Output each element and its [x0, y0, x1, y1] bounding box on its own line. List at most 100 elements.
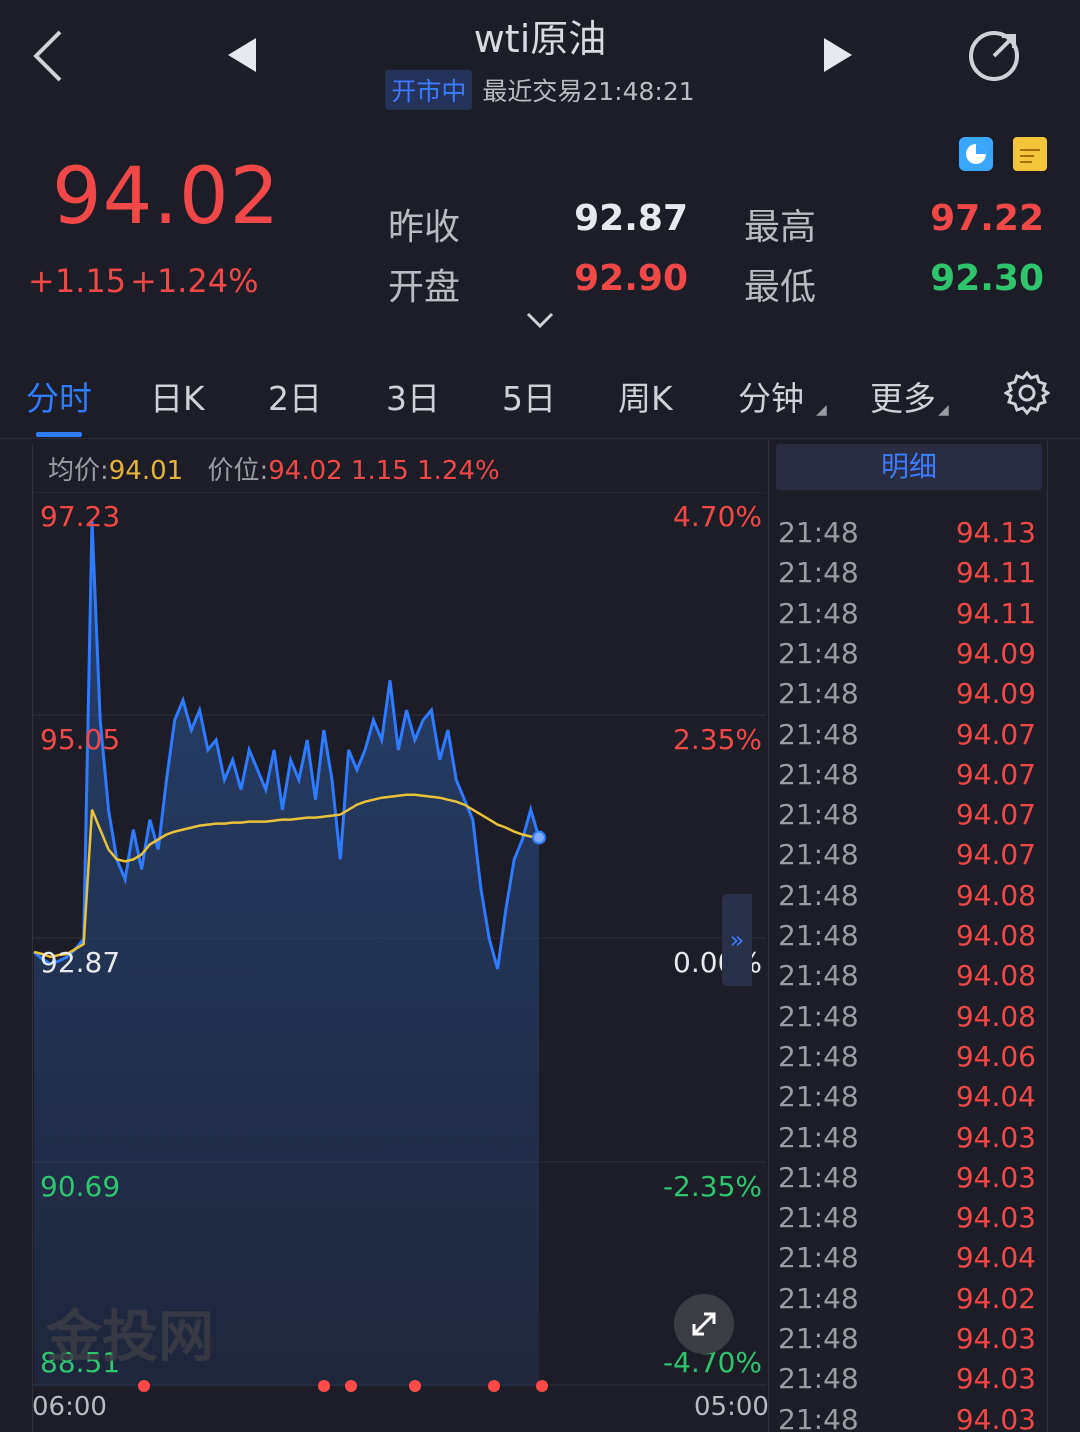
chevron-down-icon[interactable] [526, 312, 554, 330]
open-label: 开盘 [388, 267, 461, 308]
y-tick-right: 4.70% [673, 500, 762, 533]
refresh-icon[interactable] [964, 28, 1024, 84]
detail-time: 21:48 [778, 1362, 859, 1396]
tab-weekly-k[interactable]: 周K [618, 372, 673, 420]
detail-time: 21:48 [778, 636, 859, 670]
avg-value: 94.01 [108, 456, 184, 486]
detail-time: 21:48 [778, 919, 859, 952]
status-badge: 开市中 [385, 70, 473, 110]
settings-gear-icon[interactable] [1004, 370, 1050, 416]
detail-price: 94.04 [955, 1241, 1036, 1275]
detail-time: 21:48 [778, 838, 859, 872]
detail-price: 94.08 [955, 919, 1036, 952]
detail-row: 21:48 94.04 [778, 1080, 1036, 1120]
detail-time: 21:48 [778, 1241, 859, 1275]
tab-2day[interactable]: 2日 [268, 372, 322, 420]
low-value: 92.30 [930, 258, 1044, 299]
detail-time: 21:48 [778, 1281, 859, 1315]
detail-price: 94.07 [955, 798, 1036, 832]
double-chevron-right-icon: » [729, 926, 745, 954]
detail-row: 21:48 94.09 [778, 637, 1036, 677]
detail-price: 94.07 [955, 717, 1036, 751]
last-trade-time: 最近交易21:48:21 [482, 77, 695, 106]
intraday-chart[interactable] [32, 492, 766, 1392]
detail-row: 21:48 94.03 [778, 1403, 1036, 1432]
vip-icon[interactable] [1012, 136, 1048, 172]
detail-row: 21:48 94.07 [778, 758, 1036, 798]
detail-price: 94.03 [955, 1322, 1036, 1355]
detail-time: 21:48 [778, 959, 859, 993]
event-marker [409, 1380, 421, 1392]
watermark: 金投网 [46, 1305, 214, 1370]
detail-row: 21:48 94.03 [778, 1322, 1036, 1362]
detail-row: 21:48 94.07 [778, 838, 1036, 878]
detail-row: 21:48 94.07 [778, 798, 1036, 838]
tab-more[interactable]: 更多 [870, 372, 936, 420]
detail-row: 21:48 94.13 [778, 516, 1036, 556]
detail-row: 21:48 94.04 [778, 1241, 1036, 1281]
detail-price: 94.08 [955, 878, 1036, 912]
tab-daily-k[interactable]: 日K [150, 372, 205, 420]
detail-tab[interactable]: 明细 [776, 444, 1042, 490]
detail-price: 94.03 [955, 1120, 1036, 1154]
event-marker [488, 1380, 500, 1392]
panel-toggle-handle[interactable]: » [722, 894, 752, 986]
detail-price: 94.02 [955, 1281, 1036, 1315]
prev-close-value: 92.87 [574, 198, 688, 239]
detail-row: 21:48 94.08 [778, 1000, 1036, 1040]
avg-label: 均价: [48, 456, 109, 486]
tab-5day[interactable]: 5日 [502, 372, 556, 420]
high-label: 最高 [744, 207, 817, 248]
next-icon[interactable] [822, 38, 854, 74]
detail-row: 21:48 94.08 [778, 919, 1036, 959]
detail-row: 21:48 94.11 [778, 597, 1036, 637]
detail-row: 21:48 94.08 [778, 879, 1036, 919]
detail-row: 21:48 94.02 [778, 1282, 1036, 1322]
detail-time: 21:48 [778, 1039, 859, 1073]
fullscreen-button[interactable] [674, 1294, 734, 1354]
y-tick-left: 90.69 [40, 1170, 121, 1203]
tab-minute[interactable]: 分钟 [738, 372, 804, 420]
detail-row: 21:48 94.08 [778, 959, 1036, 999]
detail-time: 21:48 [778, 1160, 859, 1194]
detail-row: 21:48 94.06 [778, 1040, 1036, 1080]
price-change: +1.15 [28, 262, 127, 300]
y-tick-left: 97.23 [40, 500, 121, 533]
detail-time: 21:48 [778, 1402, 859, 1432]
detail-time: 21:48 [778, 757, 859, 791]
detail-price: 94.11 [955, 596, 1036, 630]
detail-time: 21:48 [778, 596, 859, 630]
y-tick-right: -2.35% [662, 1170, 762, 1203]
expand-icon [692, 1312, 716, 1336]
detail-time: 21:48 [778, 798, 859, 832]
open-value: 92.90 [574, 258, 688, 299]
prev-close-label: 昨收 [388, 207, 461, 248]
detail-row: 21:48 94.03 [778, 1201, 1036, 1241]
y-tick-left: 92.87 [40, 946, 121, 979]
detail-row: 21:48 94.03 [778, 1161, 1036, 1201]
detail-price: 94.07 [955, 757, 1036, 791]
detail-price: 94.08 [955, 999, 1036, 1033]
detail-price: 94.06 [955, 1039, 1036, 1073]
page-title: wti原油 [473, 17, 607, 61]
tab-intraday[interactable]: 分时 [26, 372, 92, 420]
detail-row: 21:48 94.03 [778, 1121, 1036, 1161]
price-label: 价位: [207, 456, 269, 486]
tab-3day[interactable]: 3日 [386, 372, 440, 420]
event-marker [318, 1380, 330, 1392]
detail-price: 94.03 [955, 1160, 1036, 1194]
detail-row: 21:48 94.09 [778, 677, 1036, 717]
pie-chart-icon[interactable] [958, 136, 994, 172]
detail-price: 94.07 [955, 838, 1036, 872]
detail-row: 21:48 94.07 [778, 718, 1036, 758]
price-value: 94.02 1.15 1.24% [268, 456, 500, 486]
detail-time: 21:48 [778, 717, 859, 751]
x-end-time: 05:00 [694, 1392, 769, 1422]
app-screen: wti原油 开市中 最近交易21:48:21 94.02 +1.15 +1.24%… [0, 0, 1080, 1432]
event-marker [345, 1380, 357, 1392]
y-tick-left: 95.05 [40, 723, 121, 756]
detail-price: 94.11 [955, 556, 1036, 590]
detail-row: 21:48 94.03 [778, 1362, 1036, 1402]
detail-price: 94.13 [955, 516, 1036, 549]
detail-time: 21:48 [778, 677, 859, 711]
